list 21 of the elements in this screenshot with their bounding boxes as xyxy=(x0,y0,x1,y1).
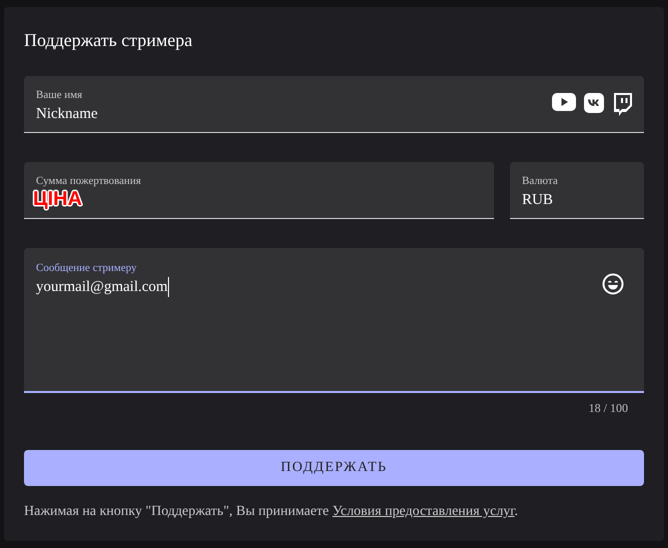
vk-logo-icon[interactable] xyxy=(584,93,604,113)
field-value: yourmail@gmail.com xyxy=(36,277,169,297)
smiley-icon[interactable] xyxy=(602,273,624,295)
speech-bubble-icon[interactable] xyxy=(612,93,632,116)
terms-notice: Нажимая на кнопку "Поддержать", Вы принимаете Условия предоставления услуг. xyxy=(24,504,519,520)
support-button[interactable]: ПОДДЕРЖАТЬ xyxy=(24,450,644,486)
terms-link[interactable]: Условия предоставления услуг xyxy=(332,504,514,519)
name-field[interactable]: Ваше имя Nickname xyxy=(24,76,644,133)
field-label: Сообщение стримеру xyxy=(36,261,138,275)
video-play-icon[interactable] xyxy=(552,93,576,111)
character-counter: 18 / 100 xyxy=(588,401,628,415)
field-value: RUB xyxy=(522,191,554,210)
field-label: Валюта xyxy=(522,174,558,188)
message-field[interactable]: Сообщение стримеру yourmail@gmail.com xyxy=(24,248,644,393)
field-label: Сумма пожертвования xyxy=(36,174,141,188)
field-value: Nickname xyxy=(36,105,98,124)
price-overlay-text: ЦІНА xyxy=(33,188,82,210)
currency-field[interactable]: Валюта RUB xyxy=(510,162,644,219)
field-label: Ваше имя xyxy=(36,88,84,102)
amount-field[interactable]: Сумма пожертвования ЦІНА xyxy=(24,162,494,219)
form-title: Поддержать стримера xyxy=(24,29,194,52)
